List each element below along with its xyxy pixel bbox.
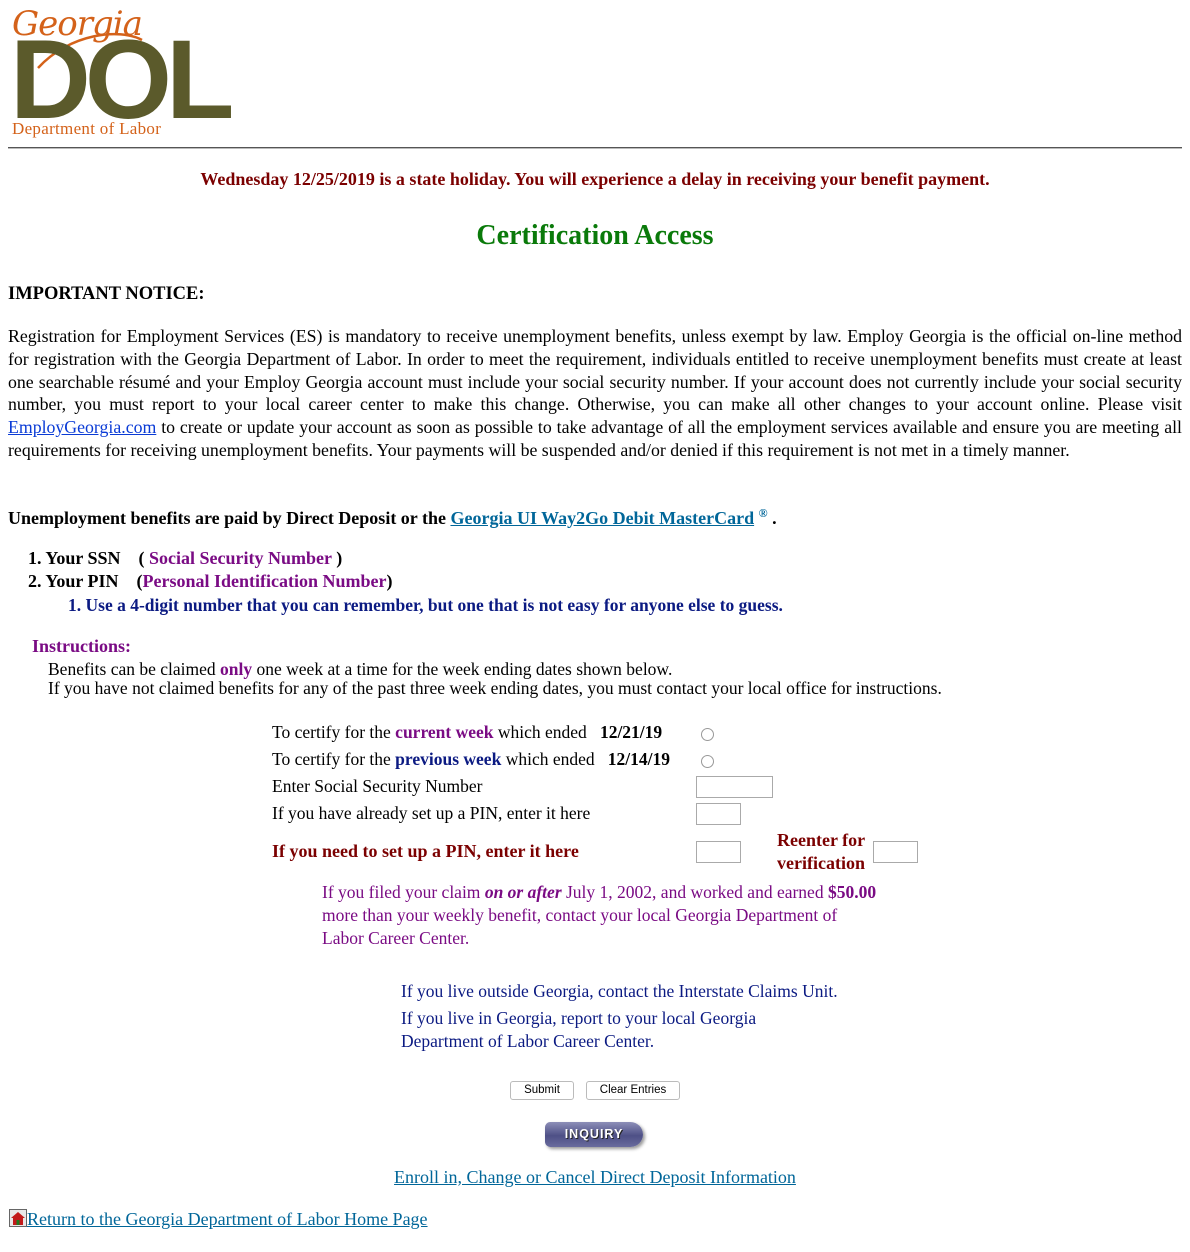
claim-note-text: more than your weekly benefit, contact y… [322,905,838,948]
important-notice-heading: IMPORTANT NOTICE: [8,284,205,304]
benefits-prefix: Unemployment benefits are paid by Direct… [8,508,451,528]
header-divider [8,147,1182,149]
previous-week-radio[interactable] [701,755,714,768]
benefits-payment-line: Unemployment benefits are paid by Direct… [8,506,777,529]
inquiry-button[interactable]: INQUIRY [545,1122,643,1147]
instructions-line-1: Benefits can be claimed only one week at… [48,659,672,680]
submit-button[interactable]: Submit [510,1081,574,1100]
instructions-line-2: If you have not claimed benefits for any… [48,678,942,698]
claim-note-emph: on or after [484,882,562,902]
reenter-pin-label: Reenter for verification [777,829,865,875]
important-notice-body: Registration for Employment Services (ES… [8,325,1182,462]
instr-text: one week at a time for the week ending d… [252,659,673,679]
pin-field-label: If you have already set up a PIN, enter … [272,803,591,823]
way2go-card-link[interactable]: Georgia UI Way2Go Debit MasterCard [450,508,754,528]
clear-entries-button[interactable]: Clear Entries [586,1081,680,1100]
direct-deposit-link[interactable]: Enroll in, Change or Cancel Direct Depos… [394,1167,796,1187]
claim-note-amount: $50.00 [827,882,877,902]
requirement-pin: 2. Your PIN (Personal Identification Num… [28,571,393,592]
previous-week-emph: previous week [395,749,502,769]
pin-hint: 1. Use a 4-digit number that you can rem… [68,595,783,615]
current-week-mid: which ended [493,722,592,742]
home-link-row: Return to the Georgia Department of Labo… [9,1209,428,1230]
claim-earnings-note: If you filed your claim on or after July… [322,881,882,950]
logo-department-text: Department of Labor [12,119,162,138]
instr-emphasis: only [220,659,253,679]
pin-paren-close: ) [386,571,393,591]
ssn-requirement-label: 1. Your SSN [28,548,121,568]
home-icon[interactable] [9,1209,27,1227]
instr-text: Benefits can be claimed [48,659,221,679]
notice-text-2: to create or update your account as soon… [8,417,1182,460]
page-title: Certification Access [476,220,714,251]
current-week-radio[interactable] [701,728,714,741]
pin-input[interactable] [696,803,741,825]
previous-week-prefix: To certify for the [272,749,396,769]
ssn-requirement-desc: Social Security Number [144,548,337,568]
home-page-link[interactable]: Return to the Georgia Department of Labo… [27,1209,428,1229]
instructions-heading: Instructions: [32,636,132,656]
notice-text-1: Registration for Employment Services (ES… [8,326,1182,415]
outside-georgia-note: If you live outside Georgia, contact the… [401,981,838,1001]
georgia-dol-logo: Georgia DOL Department of Labor [10,4,234,138]
inside-georgia-note: If you live in Georgia, report to your l… [401,1008,757,1051]
claim-note-text: If you filed your claim [322,882,485,902]
reenter-line-2: verification [777,853,865,873]
holiday-notice: Wednesday 12/25/2019 is a state holiday.… [200,169,990,189]
current-week-emph: current week [395,722,494,742]
new-pin-input[interactable] [696,841,741,863]
direct-deposit-link-row: Enroll in, Change or Cancel Direct Depos… [0,1167,1190,1188]
current-week-date: 12/21/19 [599,722,663,742]
pin-requirement-label: 2. Your PIN [28,571,119,591]
current-week-prefix: To certify for the [272,722,396,742]
ssn-paren-close: ) [336,548,343,568]
new-pin-field-label: If you need to set up a PIN, enter it he… [272,841,579,861]
previous-week-label: To certify for the previous week which e… [272,749,670,770]
benefits-suffix: . [767,508,777,528]
claim-note-text: July 1, 2002, and worked and earned [561,882,828,902]
ssn-field-label: Enter Social Security Number [272,776,483,796]
registered-mark: ® [758,506,768,520]
logo-dol-text: DOL [10,17,234,142]
reenter-line-1: Reenter for [777,830,866,850]
previous-week-date: 12/14/19 [607,749,670,769]
current-week-label: To certify for the current week which en… [272,722,662,743]
requirement-ssn: 1. Your SSN ( Social Security Number ) [28,548,342,569]
employgeorgia-link[interactable]: EmployGeorgia.com [8,417,156,437]
reenter-pin-input[interactable] [873,841,918,863]
ssn-input[interactable] [696,776,773,798]
pin-requirement-desc: Personal Identification Number [142,571,387,591]
previous-week-mid: which ended [501,749,599,769]
